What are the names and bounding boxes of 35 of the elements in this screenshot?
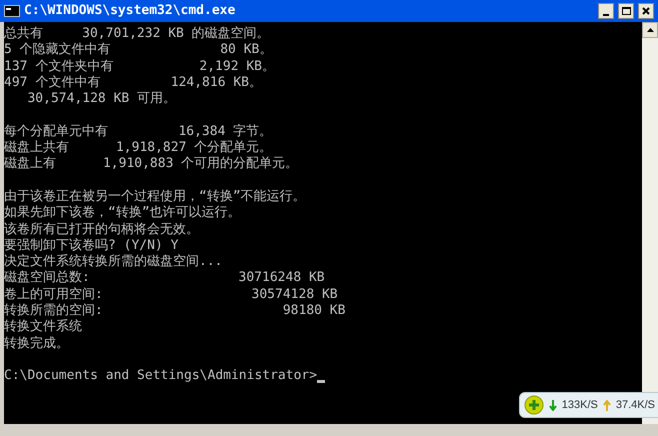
upload-arrow-icon xyxy=(602,400,611,410)
close-icon xyxy=(642,7,650,15)
console-icon xyxy=(4,5,20,17)
console-line: 5 个隐藏文件中有 80 KB。 xyxy=(4,42,272,59)
console-line: 总共有 30,701,232 KB 的磁盘空间。 xyxy=(4,26,270,42)
console-line: 磁盘上共有 1,918,827 个分配单元。 xyxy=(4,140,272,156)
console-line: 如果先卸下该卷，“转换”也许可以运行。 xyxy=(4,205,241,222)
download-speed: 133K/S xyxy=(562,398,598,413)
console-line: 磁盘上有 1,910,883 个可用的分配单元。 xyxy=(4,156,298,173)
console-line: 卷上的可用空间: 30574128 KB xyxy=(4,286,338,303)
maximize-icon xyxy=(622,7,630,15)
minimize-button[interactable] xyxy=(598,3,614,19)
console-line: 转换所需的空间: 98180 KB xyxy=(4,303,346,319)
accelerator-logo-icon xyxy=(524,395,544,415)
console-line: 磁盘空间总数: 30716248 KB xyxy=(4,270,325,287)
console-line: C:\Documents and Settings\Administrator> xyxy=(4,368,318,385)
upload-speed: 37.4K/S xyxy=(616,398,655,413)
scroll-up-button[interactable] xyxy=(642,22,658,38)
console-line: 转换完成。 xyxy=(4,336,69,352)
console-line: 由于该卷正在被另一个过程使用，“转换”不能运行。 xyxy=(4,188,306,205)
console-line: 决定文件系统转换所需的磁盘空间... xyxy=(4,254,222,270)
console-line: 转换文件系统 xyxy=(4,319,82,336)
minimize-icon xyxy=(603,14,609,16)
text-cursor xyxy=(317,380,326,383)
close-button[interactable] xyxy=(638,3,654,19)
console-line: 该卷所有已打开的句柄将会无效。 xyxy=(4,222,199,238)
console-line: 137 个文件夹中有 2,192 KB。 xyxy=(4,58,276,75)
console-line: 497 个文件中有 124,816 KB。 xyxy=(4,74,262,92)
console-line: 30,574,128 KB 可用。 xyxy=(26,91,176,108)
window-title: C:\WINDOWS\system32\cmd.exe xyxy=(24,2,236,20)
download-arrow-icon xyxy=(548,400,557,410)
console-line: 要强制卸下该卷吗? (Y/N) Y xyxy=(4,238,178,254)
up-arrow-icon xyxy=(646,28,654,32)
console-line: 每个分配单元中有 16,384 字节。 xyxy=(4,124,272,140)
maximize-button[interactable] xyxy=(618,3,634,19)
